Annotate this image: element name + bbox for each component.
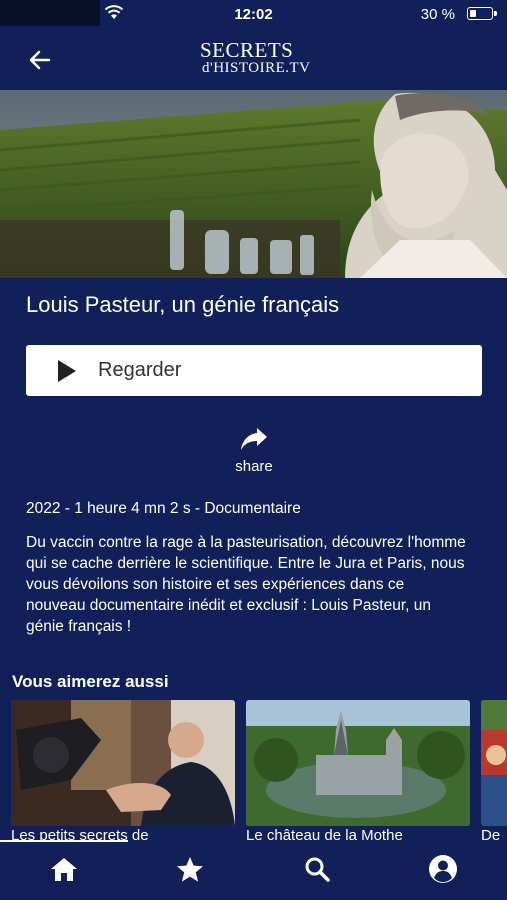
- recommendation-title: De: [481, 827, 501, 840]
- search-icon: [305, 857, 330, 882]
- tab-bar: [0, 840, 507, 900]
- tab-active-indicator: [0, 840, 128, 842]
- hero-image: [0, 90, 507, 278]
- battery-percentage: 30 %: [420, 6, 455, 23]
- watch-button[interactable]: Regarder: [26, 345, 482, 396]
- recommendation-card[interactable]: De: [481, 700, 507, 840]
- recommendation-thumbnail: [11, 700, 235, 826]
- nav-bar: SECRETS d'HISTOIRE.TV: [0, 30, 507, 90]
- program-title: Louis Pasteur, un génie français: [26, 292, 340, 317]
- back-arrow-icon: [29, 50, 51, 70]
- share-label: share: [235, 458, 273, 475]
- logo-line2: d'HISTOIRE.TV: [202, 60, 311, 76]
- app-logo: SECRETS d'HISTOIRE.TV: [198, 36, 318, 84]
- recommendation-thumbnail: [481, 700, 507, 826]
- watch-button-label: Regarder: [98, 359, 182, 381]
- recommendation-card[interactable]: Les petits secrets de: [11, 700, 235, 840]
- status-bar: 12:02 30 %: [0, 0, 507, 30]
- recommendation-card[interactable]: Le château de la Mothe: [246, 700, 470, 840]
- share-icon: [241, 428, 267, 450]
- section-title: Vous aimerez aussi: [12, 672, 169, 691]
- recommendations-carousel[interactable]: Les petits secrets de Le château de la M…: [0, 700, 507, 840]
- tab-account[interactable]: [423, 852, 463, 886]
- star-icon: [177, 856, 203, 882]
- back-button[interactable]: [22, 42, 58, 78]
- tab-search[interactable]: [297, 852, 337, 886]
- home-icon: [51, 858, 77, 881]
- account-icon: [429, 855, 457, 883]
- share-button[interactable]: share: [224, 426, 284, 475]
- recommendation-title: Les petits secrets de: [11, 827, 149, 840]
- battery-icon: [467, 7, 497, 20]
- recommendation-title: Le château de la Mothe: [246, 827, 403, 840]
- tab-favorites[interactable]: [170, 852, 210, 886]
- tab-home[interactable]: [44, 852, 84, 886]
- recommendation-thumbnail: [246, 700, 470, 826]
- program-meta: 2022 - 1 heure 4 mn 2 s - Documentaire: [26, 500, 301, 517]
- program-description: Du vaccin contre la rage à la pasteurisa…: [26, 534, 466, 635]
- play-icon: [58, 359, 76, 382]
